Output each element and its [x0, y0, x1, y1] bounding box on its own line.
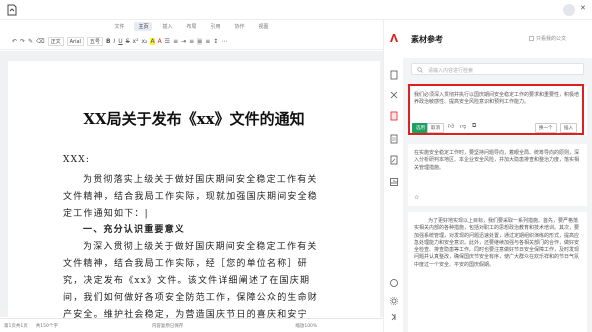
doc-line: 究，决定发布《xx》文件。该文件详细阐述了在国庆期: [63, 276, 311, 286]
chart-icon[interactable]: [389, 177, 399, 187]
format-painter-icon[interactable]: ✎: [28, 38, 33, 45]
doc-line: 为贯彻落实上级关于做好国庆期间安全稳定工作有关: [83, 175, 318, 185]
app-logo[interactable]: [6, 4, 18, 16]
menu-tab-home[interactable]: 主页: [134, 21, 153, 31]
status-bar: 第1页共1页 共150个字 内容复原已保存 缩放100%: [0, 318, 383, 332]
search-placeholder: 请输入内容进行检索: [428, 68, 474, 74]
line-spacing-icon[interactable]: ↕: [213, 38, 218, 45]
material-card[interactable]: 在实施安全稳定工作时，要坚持问题导向，着眼全局、统筹导向的原则，深入分析研判本地…: [408, 144, 587, 206]
doc-line: 文件精神，结合我局工作实际，经［您的单位名称］研: [63, 259, 308, 269]
word-count: 共150个字: [35, 323, 58, 329]
panel-logo-icon[interactable]: [389, 33, 399, 43]
list-icon[interactable]: ☰: [165, 38, 170, 45]
doc-title: XX局关于发布《xx》文件的通知: [83, 110, 305, 128]
clear-format-icon[interactable]: ⌫: [36, 38, 44, 45]
close-icon[interactable]: ✕: [580, 4, 586, 12]
star-icon[interactable]: ☆: [414, 194, 419, 201]
document-area: XX局关于发布《xx》文件的通知 XXX: 为贯彻落实上级关于做好国庆期间安全稳…: [0, 51, 383, 323]
subscript-icon[interactable]: x₂: [141, 38, 147, 45]
search-input[interactable]: 请输入内容进行检索: [411, 63, 584, 75]
underline-icon[interactable]: U: [118, 38, 122, 45]
font-color-icon[interactable]: A: [158, 38, 162, 45]
mine-only-checkbox[interactable]: [529, 36, 534, 41]
font-select[interactable]: Arial: [66, 37, 84, 46]
indent-icon[interactable]: ⇥: [181, 38, 186, 45]
menu-tab-reference[interactable]: 引用: [207, 22, 225, 31]
align-left-icon[interactable]: ≡: [189, 38, 194, 45]
icon-rail: [383, 20, 403, 332]
menu-tab-view[interactable]: 视图: [255, 22, 273, 31]
highlight-frame: [408, 84, 584, 135]
strike-icon[interactable]: S: [126, 38, 130, 45]
mine-only-toggle[interactable]: 只看我的公文: [529, 35, 566, 42]
doc-heading: 一、充分认识重要意义: [83, 225, 186, 235]
size-select[interactable]: 五号: [86, 37, 103, 46]
panel-header: 素材参考 只看我的公文: [403, 20, 592, 58]
outline-icon[interactable]: [389, 134, 399, 144]
menu-tab-collab[interactable]: 协作: [231, 22, 249, 31]
numbered-list-icon[interactable]: ≡: [173, 38, 178, 45]
document-page[interactable]: XX局关于发布《xx》文件的通知 XXX: 为贯彻落实上级关于做好国庆期间安全稳…: [8, 61, 380, 323]
redo-icon[interactable]: ↷: [20, 38, 25, 45]
save-status: 内容复原已保存: [151, 323, 184, 329]
mine-only-label: 只看我的公文: [536, 36, 567, 42]
doc-line: 文件精神，结合我局工作实际，现就加强国庆期间安全稳: [63, 192, 319, 202]
help-icon[interactable]: [389, 278, 399, 288]
material-panel: 素材参考 只看我的公文 请输入内容进行检索 我们必须深入贯彻并执行以国庆期间安全…: [403, 20, 592, 332]
edit-icon[interactable]: [389, 155, 399, 165]
align-right-icon[interactable]: ≡: [205, 38, 210, 45]
superscript-icon[interactable]: x²: [133, 38, 139, 45]
italic-icon[interactable]: I: [114, 38, 116, 45]
doc-line: 为深入贯彻上级关于做好国庆期间安全稳定工作有关: [83, 242, 318, 252]
menu-tab-insert[interactable]: 插入: [158, 22, 176, 31]
tools-icon[interactable]: [389, 90, 399, 100]
align-center-icon[interactable]: ≡: [197, 38, 203, 45]
card-text: 在实施安全稳定工作时，要坚持问题导向，着眼全局、统筹导向的原则，深入分析研判本地…: [414, 150, 580, 171]
material-icon[interactable]: [389, 111, 399, 121]
menu-tab-layout[interactable]: 布局: [182, 22, 200, 31]
zoom-level[interactable]: 缩放100%: [295, 323, 317, 329]
user-avatar[interactable]: [563, 4, 575, 16]
card-text: 为了更好地实现以上目标，我们要采取一系列措施。首先，要严格落实相关内部的各种措施…: [414, 218, 580, 268]
panel-title: 素材参考: [411, 35, 443, 44]
top-bar: [0, 0, 592, 20]
menu-bar: 文件 主页 插入 布局 引用 协作 视图: [0, 20, 383, 32]
settings-icon[interactable]: [389, 296, 399, 306]
more-icon[interactable]: ⋯: [221, 38, 227, 45]
material-card[interactable]: 为了更好地实现以上目标，我们要采取一系列措施。首先，要严格落实相关内部的各种措施…: [408, 212, 587, 332]
undo-icon[interactable]: ↶: [12, 38, 17, 45]
doc-line: 间，我们如何做好各项安全防范工作，保障公众的生命财: [63, 293, 319, 303]
highlight-icon[interactable]: A: [150, 38, 155, 45]
menu-tab-file[interactable]: 文件: [110, 22, 128, 31]
format-toolbar: ↶ ↷ ✎ ⌫ 正文 Arial 五号 B I U S x² x₂ A A ☰ …: [0, 34, 383, 50]
search-icon: [417, 67, 423, 73]
page-count: 第1页共1页: [4, 323, 28, 329]
collapse-icon[interactable]: [389, 312, 399, 322]
style-select[interactable]: 正文: [47, 37, 64, 46]
bold-icon[interactable]: B: [106, 38, 111, 45]
document-icon[interactable]: [389, 70, 399, 80]
doc-line: 定工作通知如下：|: [63, 209, 149, 219]
doc-line: XXX:: [63, 155, 91, 165]
